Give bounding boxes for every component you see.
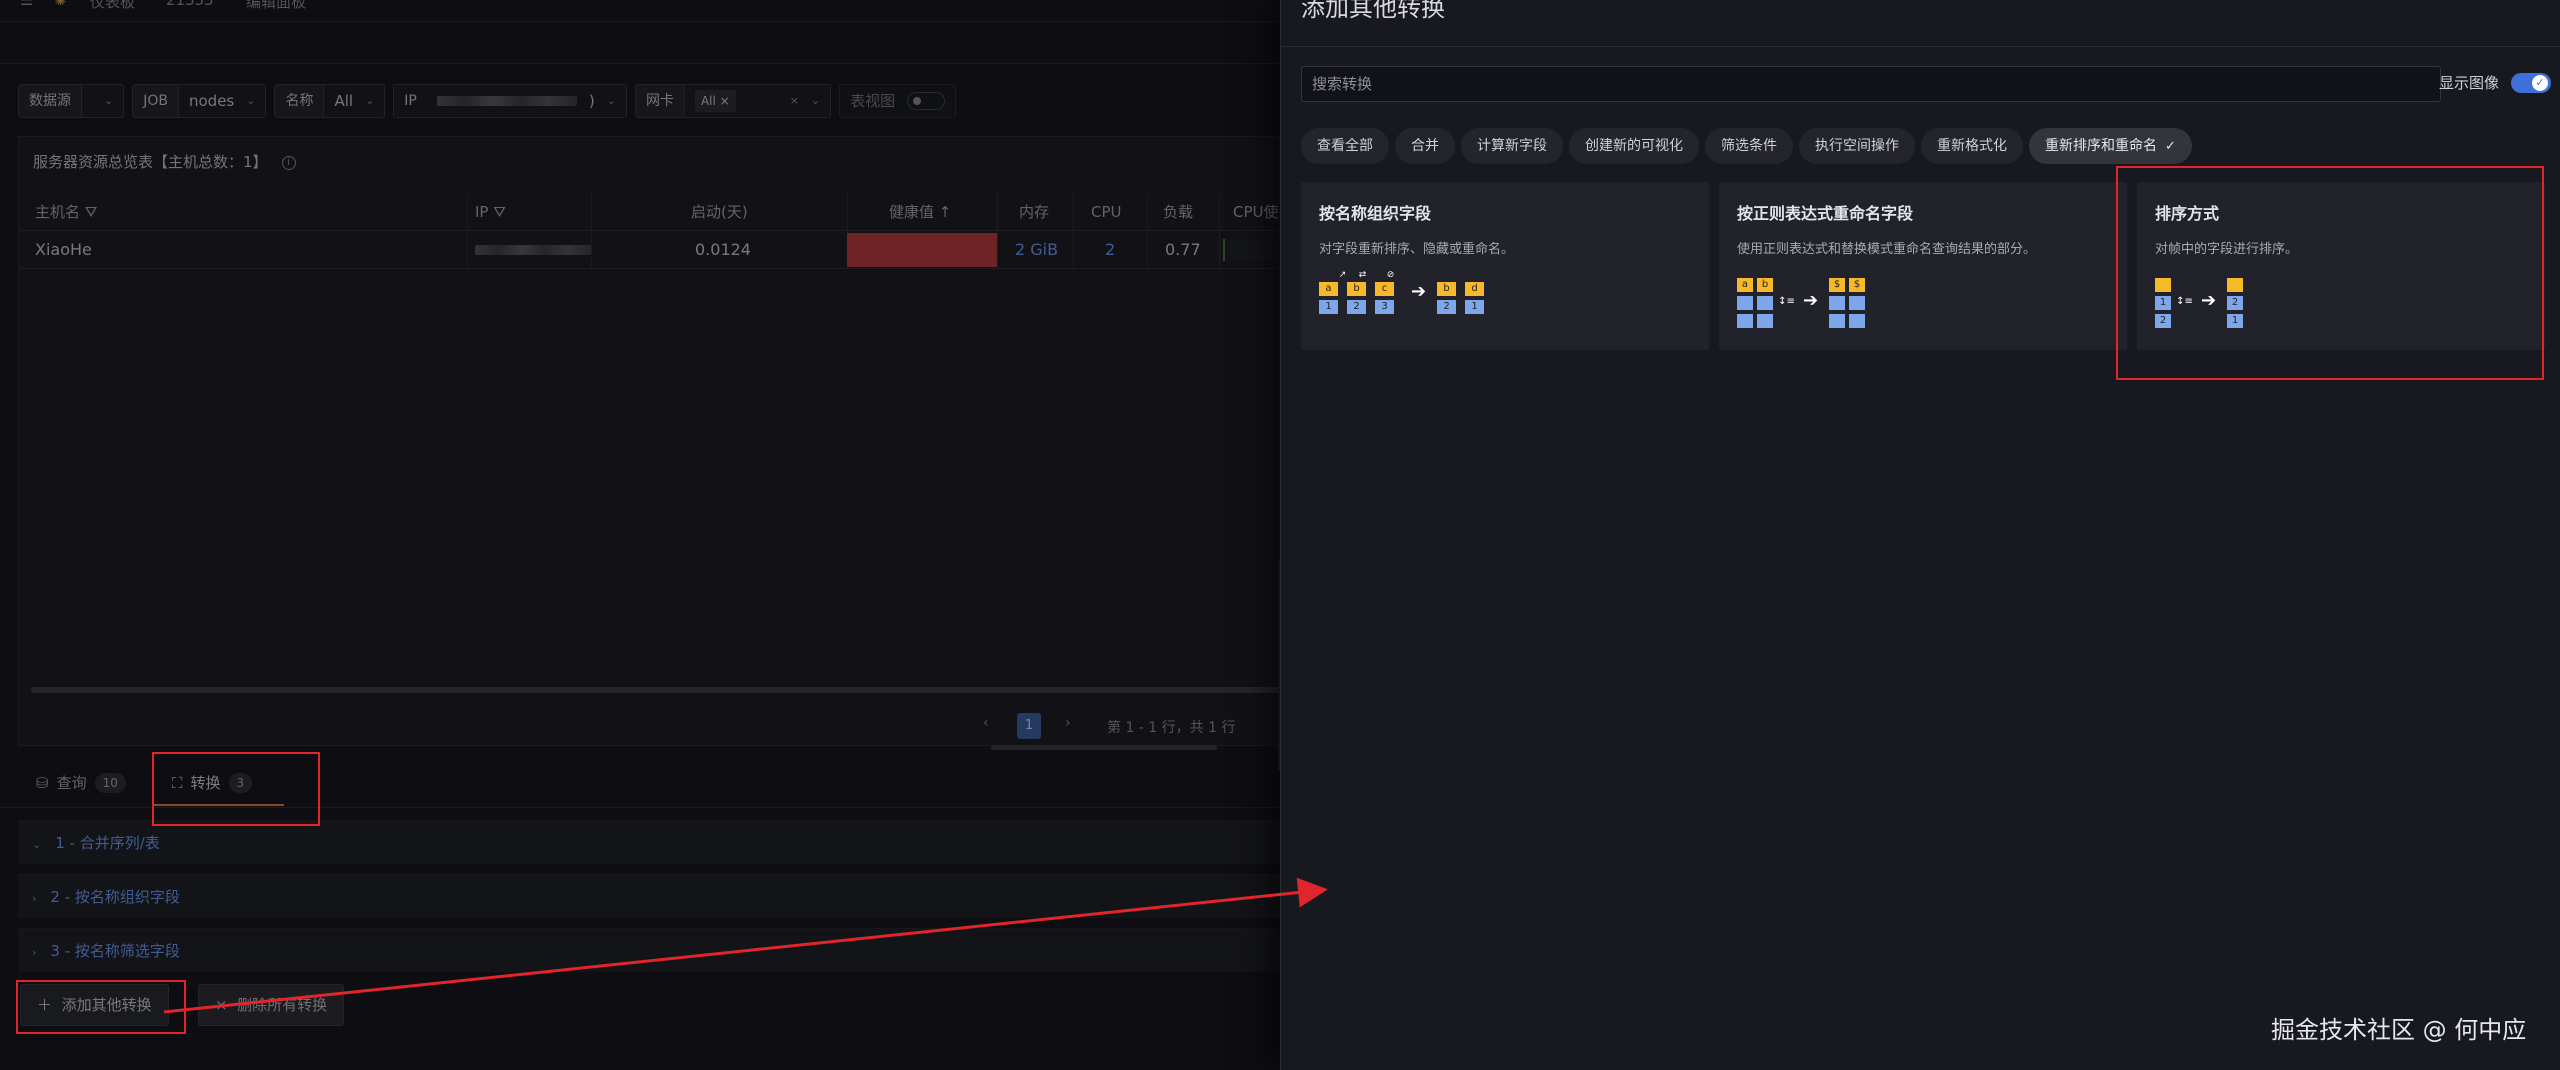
panel-editor: ☰ ✺ 仪表板 21355 编辑面板 数据源 ⌄ JOB nodes ⌄ 名称 A…: [0, 0, 1280, 1070]
card-description: 使用正则表达式和替换模式重命名查询结果的部分。: [1737, 242, 2037, 257]
cell: b: [1347, 282, 1366, 296]
edit-icon: ↗: [1338, 270, 1347, 280]
search-input[interactable]: [1301, 66, 2441, 102]
category-filter: 查看全部 合并 计算新字段 创建新的可视化 筛选条件 执行空间操作 重新格式化 …: [1301, 128, 2192, 164]
watermark: 掘金技术社区 @ 何中应: [2271, 1016, 2527, 1044]
cell: [1829, 314, 1845, 328]
category-chip[interactable]: 查看全部: [1301, 128, 1389, 164]
cell: 1: [1319, 300, 1338, 314]
modal-backdrop[interactable]: [0, 0, 1280, 1070]
cell: [1737, 314, 1753, 328]
swap-icon: ⇄: [1358, 270, 1367, 280]
cell: $: [1829, 278, 1845, 292]
sort-icon: ↕≡: [1778, 296, 1795, 307]
card-description: 对字段重新排序、隐藏或重命名。: [1319, 242, 1515, 257]
cell: [1757, 314, 1773, 328]
category-chip[interactable]: 筛选条件: [1705, 128, 1793, 164]
card-organize-fields[interactable]: 按名称组织字段 对字段重新排序、隐藏或重命名。 ↗ ⇄ ⊘ a b c 1 2 …: [1301, 182, 1709, 350]
card-title: 按名称组织字段: [1319, 204, 1432, 223]
check-icon: ✓: [2165, 139, 2176, 154]
arrow-right-icon: ➔: [1411, 281, 1427, 302]
cell: [1849, 314, 1865, 328]
card-rename-by-regex[interactable]: 按正则表达式重命名字段 使用正则表达式和替换模式重命名查询结果的部分。 a b …: [1719, 182, 2127, 350]
category-chip[interactable]: 合并: [1395, 128, 1455, 164]
cell: [1737, 296, 1753, 310]
cell: [1829, 296, 1845, 310]
category-chip[interactable]: 计算新字段: [1461, 128, 1563, 164]
toggle-switch[interactable]: [2511, 72, 2552, 93]
add-transformation-drawer: 添加其他转换 显示图像 查看全部 合并 计算新字段 创建新的可视化 筛选条件 执…: [1280, 0, 2560, 1070]
hide-icon: ⊘: [1386, 270, 1395, 280]
category-chip[interactable]: 执行空间操作: [1799, 128, 1915, 164]
highlight-add-button: [16, 980, 186, 1034]
cell: a: [1319, 282, 1338, 296]
category-chip-active[interactable]: 重新排序和重命名 ✓: [2029, 128, 2192, 164]
arrow-right-icon: ➔: [1803, 290, 1819, 311]
category-chip[interactable]: 重新格式化: [1921, 128, 2023, 164]
cell: [1757, 296, 1773, 310]
cell: 1: [1465, 300, 1484, 314]
toggle-label: 显示图像: [2439, 74, 2500, 92]
cell: 3: [1375, 300, 1394, 314]
cell: c: [1375, 282, 1394, 296]
highlight-transform-tab: [152, 752, 320, 826]
cell: $: [1849, 278, 1865, 292]
drawer-title: 添加其他转换: [1301, 0, 1445, 22]
cell: 2: [1347, 300, 1366, 314]
cell: 2: [1437, 300, 1456, 314]
highlight-sort-by-card: [2116, 166, 2544, 380]
category-chip[interactable]: 创建新的可视化: [1569, 128, 1699, 164]
cell: b: [1757, 278, 1773, 292]
cell: b: [1437, 282, 1456, 296]
card-title: 按正则表达式重命名字段: [1737, 204, 1914, 223]
cell: d: [1465, 282, 1484, 296]
cell: a: [1737, 278, 1753, 292]
show-images-toggle[interactable]: 显示图像: [2439, 72, 2552, 93]
cell: [1849, 296, 1865, 310]
